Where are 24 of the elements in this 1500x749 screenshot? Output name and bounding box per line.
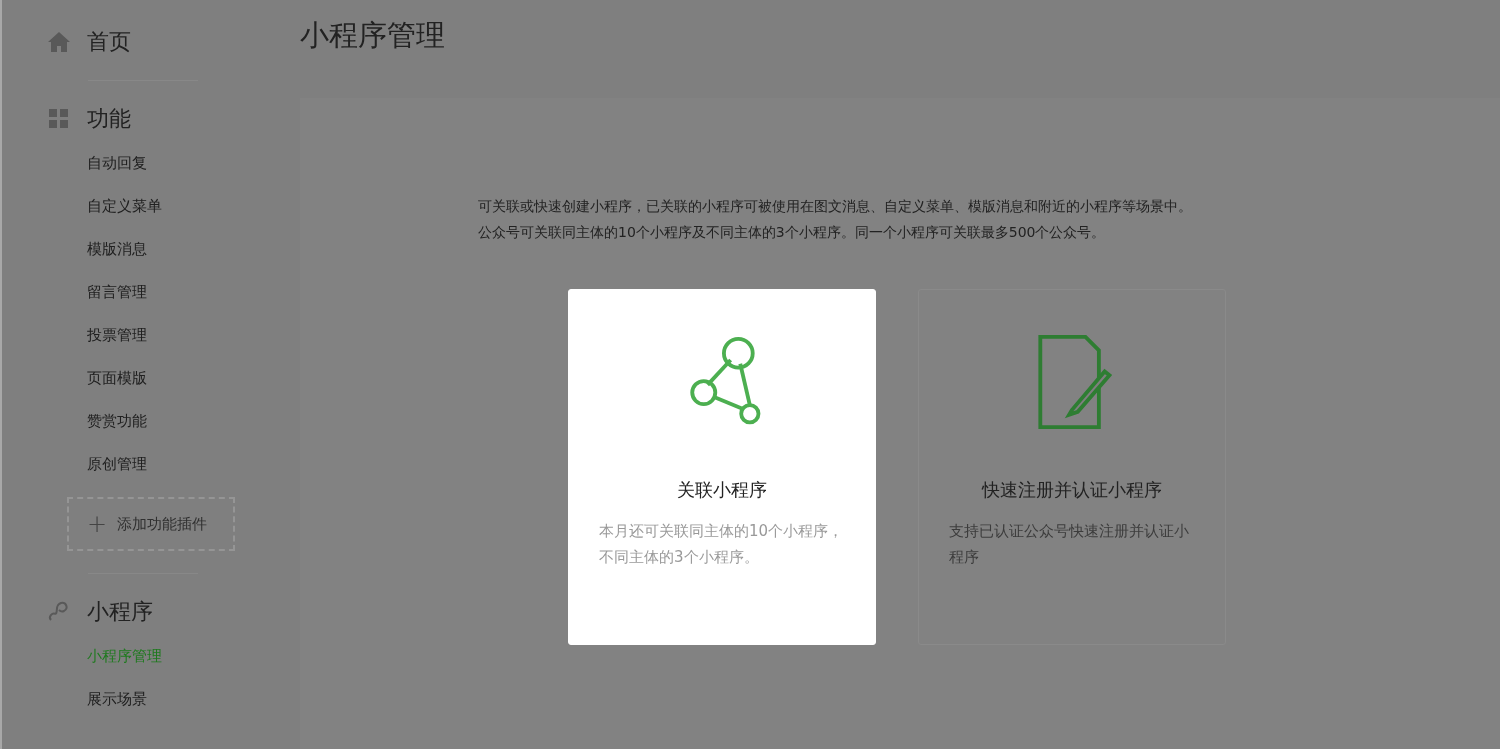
home-icon <box>47 30 71 54</box>
option-card[interactable]: 快速注册并认证小程序 支持已认证公众号快速注册并认证小程序 <box>918 289 1226 645</box>
add-plugin-button[interactable]: + 添加功能插件 <box>67 497 235 551</box>
grid-icon <box>47 107 71 131</box>
intro-text: 公众号可关联同主体的10个小程序及不同主体的3个小程序。同一个小程序可关联最多500个公众号。 <box>478 223 1107 242</box>
sidebar-item[interactable]: 页面模版 <box>87 364 300 407</box>
sidebar-section-title[interactable]: 首页 <box>87 27 131 57</box>
card-description: 本月还可关联同主体的10个小程序，不同主体的3个小程序。 <box>599 521 845 568</box>
page-title: 小程序管理 <box>300 17 446 54</box>
sidebar-item[interactable]: 投票管理 <box>87 321 300 364</box>
sidebar-item[interactable]: 模版消息 <box>87 235 300 278</box>
sidebar-item[interactable]: 留言管理 <box>87 278 300 321</box>
sidebar-item[interactable]: 自动回复 <box>87 149 300 192</box>
sidebar-section-title[interactable]: 小程序 <box>87 597 153 627</box>
option-card[interactable]: 关联小程序 本月还可关联同主体的10个小程序，不同主体的3个小程序。 <box>568 289 876 645</box>
card-description: 支持已认证公众号快速注册并认证小程序 <box>949 521 1190 568</box>
sidebar-item[interactable]: 原创管理 <box>87 450 300 493</box>
sidebar-item[interactable]: 赞赏功能 <box>87 407 300 450</box>
sidebar-item[interactable]: 展示场景 <box>87 685 300 728</box>
card-title: 快速注册并认证小程序 <box>982 478 1162 502</box>
card-title: 关联小程序 <box>677 478 767 502</box>
sidebar-section-title[interactable]: 功能 <box>87 104 131 134</box>
sidebar-item[interactable]: 自定义菜单 <box>87 192 300 235</box>
intro-text: 可关联或快速创建小程序，已关联的小程序可被使用在图文消息、自定义菜单、模版消息和附近的小程序等场景中。 <box>478 197 1193 216</box>
